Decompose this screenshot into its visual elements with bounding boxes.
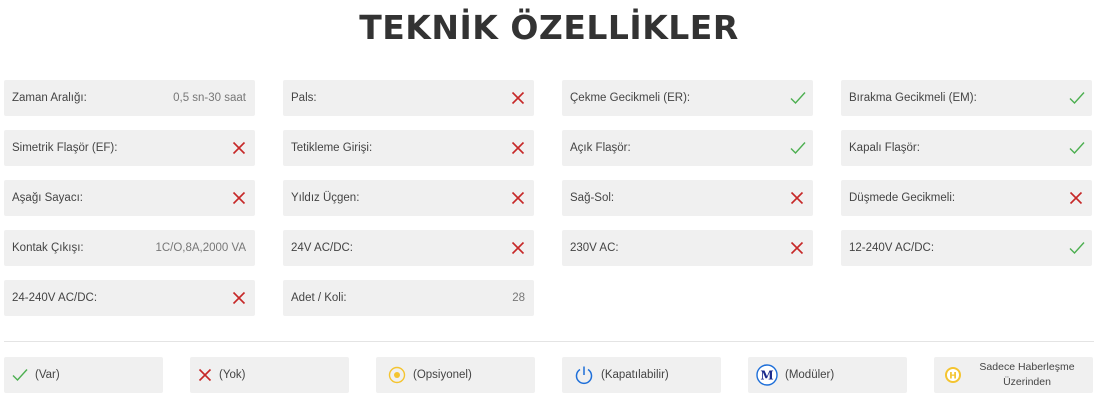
spec-item: Adet / Koli: 28 <box>283 280 534 316</box>
spec-label: Çekme Gecikmeli (ER): <box>570 92 691 104</box>
legend-yok-label: (Yok) <box>219 369 246 381</box>
cross-icon <box>1069 191 1083 205</box>
legend-yok: (Yok) <box>190 357 349 393</box>
communication-icon: H <box>944 366 962 384</box>
spec-label: Zaman Aralığı: <box>12 92 87 104</box>
spec-label: Adet / Koli: <box>291 292 347 304</box>
check-icon <box>790 141 806 155</box>
svg-text:H: H <box>949 372 957 382</box>
spec-item: Açık Flaşör: <box>562 130 813 166</box>
spec-item: Bırakma Gecikmeli (EM): <box>841 80 1092 116</box>
legend-haberlesme-line1: Sadece Haberleşme <box>979 361 1075 373</box>
spec-item: Çekme Gecikmeli (ER): <box>562 80 813 116</box>
spec-item: Düşmede Gecikmeli: <box>841 180 1092 216</box>
page-title: TEKNİK ÖZELLİKLER <box>359 8 739 47</box>
spec-label: Aşağı Sayacı: <box>12 192 83 204</box>
spec-label: Pals: <box>291 92 317 104</box>
spec-row: Kontak Çıkışı: 1C/O,8A,2000 VA 24V AC/DC: 2… <box>4 230 1094 266</box>
cross-icon <box>511 141 525 155</box>
cross-icon <box>232 191 246 205</box>
spec-label: Simetrik Flaşör (EF): <box>12 142 118 154</box>
spec-label: 12-240V AC/DC: <box>849 242 935 254</box>
legend-opsiyonel: (Opsiyonel) <box>376 357 535 393</box>
spec-value: 0,5 sn-30 saat <box>173 92 246 104</box>
legend: (Var) (Yok) (Opsiyonel) (Kapatılabilir) … <box>4 357 1094 393</box>
spec-label: Sağ-Sol: <box>570 192 615 204</box>
spec-row: Simetrik Flaşör (EF): Tetikleme Girişi: Aç… <box>4 130 1094 166</box>
spec-label: Düşmede Gecikmeli: <box>849 192 956 204</box>
spec-label: Açık Flaşör: <box>570 142 631 154</box>
spec-row: Aşağı Sayacı: Yıldız Üçgen: Sağ-Sol: Düşmed… <box>4 180 1094 216</box>
spec-label: 24V AC/DC: <box>291 242 353 254</box>
legend-var-label: (Var) <box>35 369 60 381</box>
check-icon <box>1069 141 1085 155</box>
check-icon <box>12 368 28 382</box>
spec-label: Bırakma Gecikmeli (EM): <box>849 92 977 104</box>
spec-label: 230V AC: <box>570 242 619 254</box>
optional-icon <box>388 366 406 384</box>
legend-haberlesme-label: Sadece Haberleşme Üzerinden <box>969 360 1085 390</box>
spec-label: Kontak Çıkışı: <box>12 242 84 254</box>
spec-label: Tetikleme Girişi: <box>291 142 373 154</box>
cross-icon <box>790 191 804 205</box>
spec-item: Sağ-Sol: <box>562 180 813 216</box>
spec-item: Aşağı Sayacı: <box>4 180 255 216</box>
legend-moduler-label: (Modüler) <box>785 369 835 381</box>
spec-label: 24-240V AC/DC: <box>12 292 98 304</box>
cross-icon <box>511 191 525 205</box>
spec-item: 24V AC/DC: <box>283 230 534 266</box>
legend-kapatilabilir-label: (Kapatılabilir) <box>601 369 669 381</box>
spec-row: Zaman Aralığı: 0,5 sn-30 saat Pals: Çekme G… <box>4 80 1094 116</box>
spec-item: 12-240V AC/DC: <box>841 230 1092 266</box>
spec-label: Yıldız Üçgen: <box>291 192 360 204</box>
cross-icon <box>790 241 804 255</box>
legend-haberlesme-line2: Üzerinden <box>1003 376 1051 388</box>
check-icon <box>790 91 806 105</box>
spec-item: Pals: <box>283 80 534 116</box>
legend-var: (Var) <box>4 357 163 393</box>
spec-row: 24-240V AC/DC: Adet / Koli: 28 <box>4 280 1094 316</box>
spec-item: Simetrik Flaşör (EF): <box>4 130 255 166</box>
modular-icon: M <box>756 364 778 386</box>
check-icon <box>1069 241 1085 255</box>
spec-grid: Zaman Aralığı: 0,5 sn-30 saat Pals: Çekme G… <box>4 80 1094 330</box>
cross-icon <box>511 91 525 105</box>
spec-item: Kapalı Flaşör: <box>841 130 1092 166</box>
spec-label: Kapalı Flaşör: <box>849 142 920 154</box>
spec-item: Kontak Çıkışı: 1C/O,8A,2000 VA <box>4 230 255 266</box>
spec-item: Zaman Aralığı: 0,5 sn-30 saat <box>4 80 255 116</box>
cross-icon <box>511 241 525 255</box>
cross-icon <box>232 141 246 155</box>
legend-kapatilabilir: (Kapatılabilir) <box>562 357 721 393</box>
check-icon <box>1069 91 1085 105</box>
svg-text:M: M <box>760 369 773 383</box>
spec-item: Yıldız Üçgen: <box>283 180 534 216</box>
spec-item: Tetikleme Girişi: <box>283 130 534 166</box>
spec-item: 24-240V AC/DC: <box>4 280 255 316</box>
legend-opsiyonel-label: (Opsiyonel) <box>413 369 472 381</box>
legend-moduler: M (Modüler) <box>748 357 907 393</box>
cross-icon <box>198 368 212 382</box>
spec-value: 1C/O,8A,2000 VA <box>155 242 246 254</box>
divider <box>4 341 1094 342</box>
cross-icon <box>232 291 246 305</box>
legend-haberlesme: H Sadece Haberleşme Üzerinden <box>934 357 1093 393</box>
spec-value: 28 <box>512 292 525 304</box>
spec-item: 230V AC: <box>562 230 813 266</box>
power-icon <box>574 365 594 385</box>
